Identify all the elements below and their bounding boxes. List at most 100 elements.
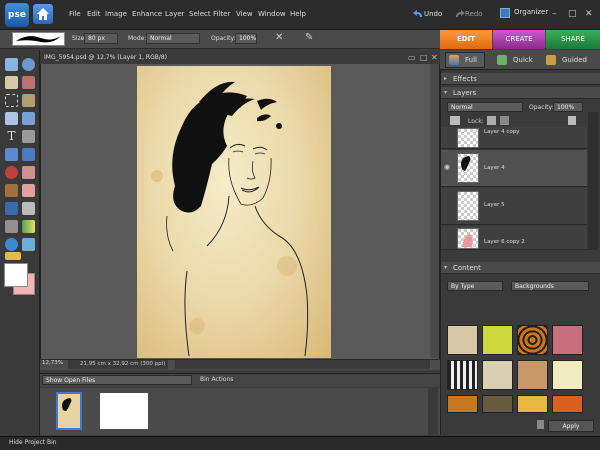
document-info[interactable]: 21,95 cm x 32,92 cm (300 ppi) xyxy=(68,360,168,369)
blur-tool-icon[interactable] xyxy=(22,238,35,251)
bin-thumbnail-preview xyxy=(62,398,72,411)
marquee-tool-icon[interactable] xyxy=(5,94,18,107)
bin-actions-menu[interactable]: Bin Actions xyxy=(200,376,233,383)
content-panel-header[interactable]: Content xyxy=(441,262,600,274)
lock-all-icon[interactable] xyxy=(500,116,509,125)
smart-brush-tool-icon[interactable] xyxy=(22,202,35,215)
content-thumb-autumn[interactable] xyxy=(447,395,478,413)
red-eye-tool-icon[interactable] xyxy=(5,166,18,179)
sponge-tool-icon[interactable] xyxy=(5,252,21,260)
bin-show-select[interactable]: Show Open Files xyxy=(42,375,192,385)
maximize-button[interactable]: □ xyxy=(568,9,577,19)
doc-horizontal-scrollbar[interactable] xyxy=(175,360,430,369)
content-thumb-orange[interactable] xyxy=(552,395,583,413)
bin-thumbnail-blank[interactable] xyxy=(100,393,148,429)
content-thumb-sand[interactable] xyxy=(517,360,548,390)
paint-bucket-tool-icon[interactable] xyxy=(5,220,18,233)
content-thumb-worldmap[interactable] xyxy=(482,360,513,390)
home-button[interactable] xyxy=(33,4,53,24)
image-canvas[interactable] xyxy=(137,66,331,358)
close-button[interactable]: ✕ xyxy=(585,9,593,19)
menu-filter[interactable]: Filter xyxy=(213,10,230,18)
doc-maximize-icon[interactable]: □ xyxy=(420,53,428,62)
layer-opacity-field[interactable]: 100% xyxy=(553,102,583,112)
doc-minimize-icon[interactable]: ▭ xyxy=(408,53,416,62)
bin-thumbnail-image[interactable] xyxy=(56,392,82,430)
content-thumb-giraffe[interactable] xyxy=(517,325,548,355)
effects-panel-header[interactable]: Effects xyxy=(441,73,600,85)
layers-panel-header[interactable]: Layers xyxy=(441,87,600,99)
mode-select[interactable]: Normal xyxy=(146,33,200,44)
hand-tool-icon[interactable] xyxy=(5,76,18,89)
effects-expand-icon: ▸ xyxy=(444,75,448,82)
layer-thumbnail xyxy=(457,128,479,148)
mode-guided[interactable]: Guided xyxy=(546,53,587,67)
lasso-tool-icon[interactable] xyxy=(22,94,35,107)
menu-file[interactable]: File xyxy=(69,10,81,18)
content-thumb-gold[interactable] xyxy=(517,395,548,413)
tab-share[interactable]: SHARE xyxy=(546,30,600,49)
opacity-field[interactable]: 100% xyxy=(235,33,257,44)
lock-transparency-icon[interactable] xyxy=(487,116,496,125)
brush-tool-icon[interactable] xyxy=(5,202,18,215)
menu-layer[interactable]: Layer xyxy=(165,10,185,18)
content-thumb-lime[interactable] xyxy=(482,325,513,355)
tab-create[interactable]: CREATE xyxy=(493,30,545,49)
content-thumb-cream[interactable] xyxy=(552,360,583,390)
undo-button[interactable]: Undo xyxy=(424,10,442,18)
zoom-readout[interactable]: 12,73% xyxy=(42,360,63,366)
redo-button[interactable]: Redo xyxy=(465,10,483,18)
crop-tool-icon[interactable] xyxy=(22,130,35,143)
menu-view[interactable]: View xyxy=(236,10,253,18)
straighten-tool-icon[interactable] xyxy=(22,148,35,161)
foreground-color-swatch[interactable] xyxy=(4,263,28,287)
eyedropper-tool-icon[interactable] xyxy=(22,76,35,89)
tab-edit[interactable]: EDIT xyxy=(440,30,492,49)
menu-window[interactable]: Window xyxy=(258,10,286,18)
type-tool-icon[interactable]: T xyxy=(5,130,18,143)
doc-close-icon[interactable]: ✕ xyxy=(431,53,438,62)
bin-scrollbar[interactable] xyxy=(428,388,438,435)
menu-select[interactable]: Select xyxy=(189,10,211,18)
layers-collapse-icon: ▾ xyxy=(444,89,448,96)
apply-button[interactable]: Apply xyxy=(548,420,594,432)
layer-name: Layer 6 copy 2 xyxy=(484,239,525,245)
gradient-tool-icon[interactable] xyxy=(22,220,35,233)
layer-blend-mode[interactable]: Normal xyxy=(447,102,523,112)
clone-stamp-tool-icon[interactable] xyxy=(5,184,18,197)
menu-enhance[interactable]: Enhance xyxy=(132,10,162,18)
menu-image[interactable]: Image xyxy=(105,10,127,18)
new-layer-icon[interactable] xyxy=(450,116,460,125)
content-thumb-map[interactable] xyxy=(447,325,478,355)
brush-settings-icon[interactable]: ✎ xyxy=(305,32,313,43)
cookie-cutter-tool-icon[interactable] xyxy=(5,148,18,161)
magic-wand-tool-icon[interactable] xyxy=(5,112,18,125)
menu-help[interactable]: Help xyxy=(290,10,306,18)
move-tool-icon[interactable] xyxy=(5,58,18,71)
organizer-button[interactable]: Organizer xyxy=(514,8,548,16)
layer-thumbnail xyxy=(457,153,479,183)
content-thumb-pink[interactable] xyxy=(552,325,583,355)
content-category-select[interactable]: Backgrounds xyxy=(511,281,589,291)
doc-vertical-scrollbar[interactable] xyxy=(430,64,439,358)
menu-edit[interactable]: Edit xyxy=(87,10,101,18)
content-thumb-zebra[interactable] xyxy=(447,360,478,390)
content-type-select[interactable]: By Type xyxy=(447,281,503,291)
brush-preset-picker[interactable] xyxy=(12,32,65,46)
airbrush-icon[interactable]: ✕ xyxy=(275,32,283,43)
hide-project-bin-button[interactable]: Hide Project Bin xyxy=(9,439,57,446)
layers-scrollbar[interactable] xyxy=(588,112,598,250)
mode-quick[interactable]: Quick xyxy=(497,53,533,67)
eraser-tool-icon[interactable] xyxy=(22,184,35,197)
delete-layer-icon[interactable] xyxy=(568,116,576,125)
zoom-tool-icon[interactable] xyxy=(22,58,35,71)
layer-visibility-eye-icon[interactable]: ◉ xyxy=(444,163,450,171)
quick-selection-tool-icon[interactable] xyxy=(22,112,35,125)
shape-tool-icon[interactable] xyxy=(5,238,18,251)
size-field[interactable]: 80 px xyxy=(84,33,118,44)
document-tab[interactable]: IMG_5954.psd @ 12,7% (Layer 1, RGB/8) xyxy=(40,52,440,64)
content-thumb-brown[interactable] xyxy=(482,395,513,413)
content-delete-icon[interactable] xyxy=(537,420,544,429)
healing-brush-tool-icon[interactable] xyxy=(22,166,35,179)
minimize-button[interactable]: – xyxy=(552,9,557,19)
